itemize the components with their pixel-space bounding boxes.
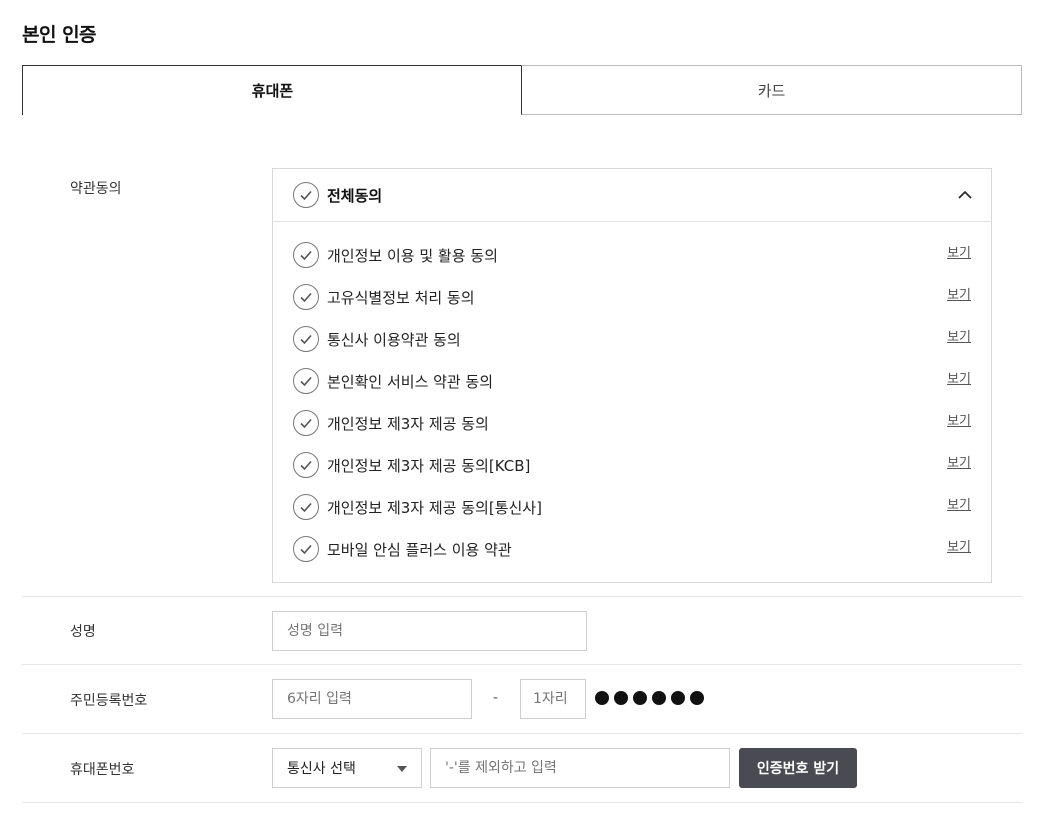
check-circle-icon[interactable] [293,242,319,268]
tab-card[interactable]: 카드 [521,65,1022,115]
term-label: 고유식별정보 처리 동의 [327,289,475,307]
term-label: 개인정보 제3자 제공 동의[KCB] [327,457,531,475]
term-label: 본인확인 서비스 약관 동의 [327,373,494,391]
masked-digit-dot [671,691,685,705]
page-title: 본인 인증 [22,24,97,46]
terms-panel: 전체동의 개인정보 이용 및 활용 동의 보기 고유식별정보 처리 동의 보기 통신사 … [272,168,992,583]
term-item: 통신사 이용약관 동의 보기 [273,324,991,354]
term-item: 개인정보 제3자 제공 동의[통신사] 보기 [273,492,991,522]
terms-label: 약관동의 [70,181,122,197]
term-view-link[interactable]: 보기 [947,326,971,345]
check-circle-icon[interactable] [293,182,319,208]
term-label: 모바일 안심 플러스 이용 약관 [327,541,512,559]
check-circle-icon[interactable] [293,452,319,478]
auth-method-tabs: 휴대폰 카드 [22,65,1022,115]
check-circle-icon[interactable] [293,536,319,562]
term-view-link[interactable]: 보기 [947,536,971,555]
rrn-front-input[interactable] [272,679,472,719]
term-item: 모바일 안심 플러스 이용 약관 보기 [273,534,991,564]
term-view-link[interactable]: 보기 [947,368,971,387]
masked-digit-dot [595,691,609,705]
phone-label: 휴대폰번호 [70,762,135,778]
request-code-button[interactable]: 인증번호 받기 [739,748,857,788]
name-label: 성명 [70,624,96,640]
masked-digit-dot [652,691,666,705]
divider [22,664,1022,665]
term-label: 개인정보 이용 및 활용 동의 [327,247,498,265]
rrn-separator: - [493,690,499,706]
term-view-link[interactable]: 보기 [947,494,971,513]
term-item: 본인확인 서비스 약관 동의 보기 [273,366,991,396]
terms-all-row: 전체동의 [273,169,991,222]
carrier-select-value: 통신사 선택 [287,761,356,777]
divider [22,733,1022,734]
caret-down-icon [397,766,407,772]
chevron-up-icon[interactable] [957,187,973,203]
phone-number-input[interactable] [430,748,730,788]
term-label: 개인정보 제3자 제공 동의 [327,415,489,433]
rrn-masked-digits [595,691,704,705]
check-circle-icon[interactable] [293,326,319,352]
term-view-link[interactable]: 보기 [947,410,971,429]
check-circle-icon[interactable] [293,284,319,310]
masked-digit-dot [614,691,628,705]
masked-digit-dot [633,691,647,705]
masked-digit-dot [690,691,704,705]
term-item: 개인정보 제3자 제공 동의 보기 [273,408,991,438]
term-view-link[interactable]: 보기 [947,452,971,471]
term-view-link[interactable]: 보기 [947,284,971,303]
check-circle-icon[interactable] [293,494,319,520]
rrn-back-input[interactable] [520,679,586,719]
rrn-label: 주민등록번호 [70,693,148,709]
term-label: 개인정보 제3자 제공 동의[통신사] [327,499,542,517]
agree-all-label: 전체동의 [327,187,383,205]
check-circle-icon[interactable] [293,368,319,394]
term-item: 고유식별정보 처리 동의 보기 [273,282,991,312]
term-label: 통신사 이용약관 동의 [327,331,461,349]
divider [22,802,1022,803]
divider [22,596,1022,597]
name-input[interactable] [272,611,587,651]
carrier-select[interactable]: 통신사 선택 [272,748,422,788]
tab-phone[interactable]: 휴대폰 [22,65,522,115]
term-item: 개인정보 이용 및 활용 동의 보기 [273,240,991,270]
term-item: 개인정보 제3자 제공 동의[KCB] 보기 [273,450,991,480]
check-circle-icon[interactable] [293,410,319,436]
term-view-link[interactable]: 보기 [947,242,971,261]
